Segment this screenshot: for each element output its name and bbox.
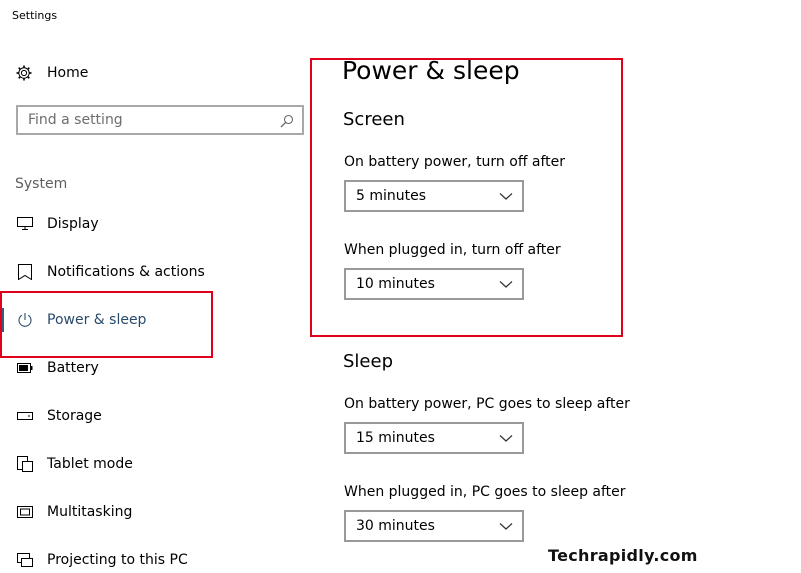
sidebar-item-label: Storage bbox=[47, 408, 102, 424]
sidebar-item-label: Tablet mode bbox=[47, 456, 133, 472]
sidebar-item-label: Display bbox=[47, 216, 99, 232]
battery-icon bbox=[16, 359, 34, 377]
highlight-box-sidebar bbox=[0, 291, 213, 358]
sleep-battery-dropdown[interactable]: 15 minutes bbox=[344, 422, 524, 454]
sidebar-item-label: Battery bbox=[47, 360, 99, 376]
watermark: Techrapidly.com bbox=[548, 546, 698, 565]
projecting-icon bbox=[16, 551, 34, 569]
dropdown-value: 15 minutes bbox=[356, 430, 435, 446]
sidebar-item-notifications[interactable]: Notifications & actions bbox=[0, 256, 300, 288]
window-title: Settings bbox=[12, 9, 58, 22]
search-icon[interactable] bbox=[280, 113, 294, 128]
sidebar-item-multitasking[interactable]: Multitasking bbox=[0, 496, 300, 528]
sidebar-item-label: Multitasking bbox=[47, 504, 133, 520]
section-title-sleep: Sleep bbox=[343, 351, 394, 372]
chevron-down-icon bbox=[499, 520, 513, 532]
group-label-system: System bbox=[15, 176, 68, 192]
sleep-battery-label: On battery power, PC goes to sleep after bbox=[344, 396, 630, 412]
dropdown-value: 30 minutes bbox=[356, 518, 435, 534]
sidebar-item-storage[interactable]: Storage bbox=[0, 400, 300, 432]
monitor-icon bbox=[16, 215, 34, 233]
sidebar-item-label: Notifications & actions bbox=[47, 264, 205, 280]
sleep-plugged-label: When plugged in, PC goes to sleep after bbox=[344, 484, 626, 500]
sidebar-item-label: Projecting to this PC bbox=[47, 552, 188, 568]
home-label: Home bbox=[47, 65, 89, 81]
highlight-box-screen bbox=[310, 58, 623, 337]
tablet-icon bbox=[16, 455, 34, 473]
sidebar-item-projecting[interactable]: Projecting to this PC bbox=[0, 544, 300, 573]
search-input[interactable] bbox=[28, 112, 268, 128]
sidebar-item-tablet-mode[interactable]: Tablet mode bbox=[0, 448, 300, 480]
storage-icon bbox=[16, 407, 34, 425]
search-box[interactable] bbox=[16, 105, 304, 135]
gear-icon bbox=[16, 65, 32, 81]
notifications-icon bbox=[16, 263, 34, 281]
sidebar-item-display[interactable]: Display bbox=[0, 208, 300, 240]
multitasking-icon bbox=[16, 503, 34, 521]
sleep-plugged-dropdown[interactable]: 30 minutes bbox=[344, 510, 524, 542]
chevron-down-icon bbox=[499, 432, 513, 444]
home-link[interactable]: Home bbox=[16, 62, 88, 84]
